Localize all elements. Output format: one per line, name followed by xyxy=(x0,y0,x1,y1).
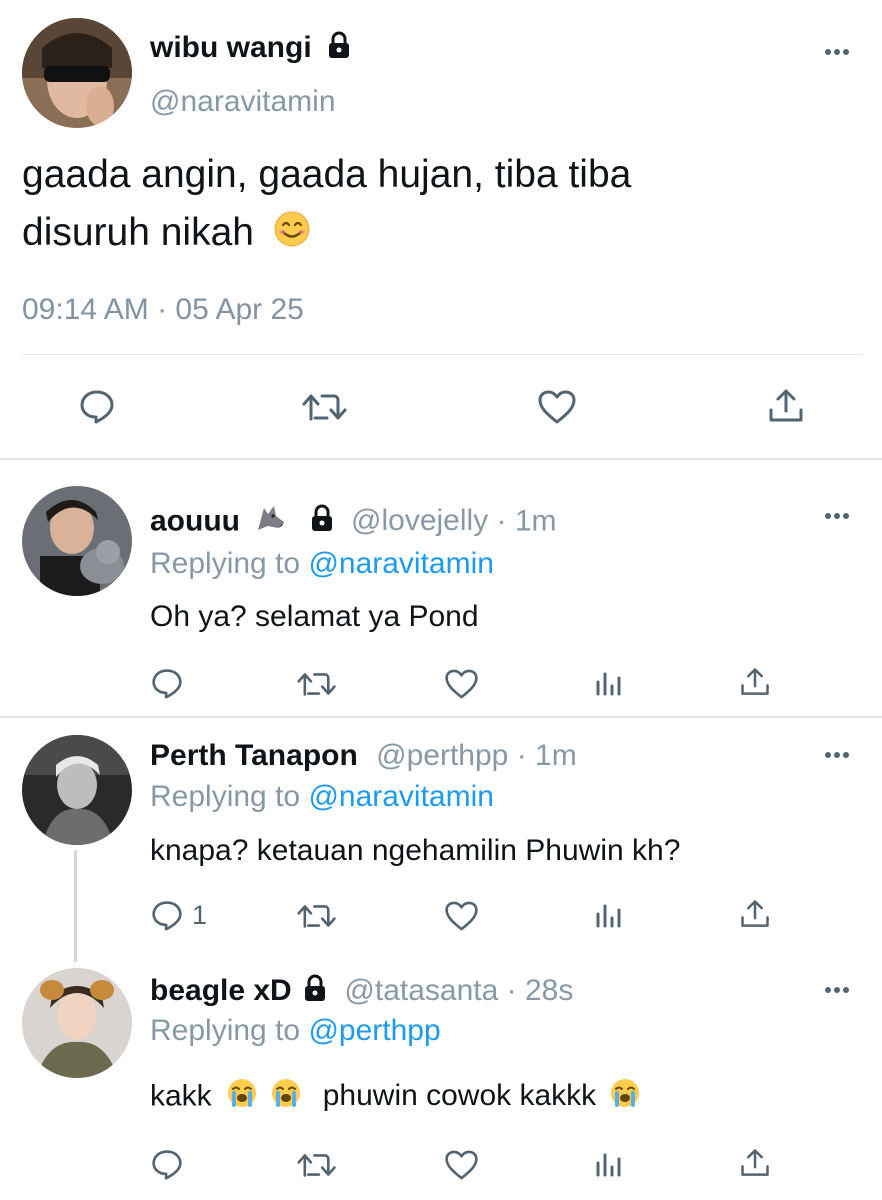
reply-time[interactable]: · 1m xyxy=(497,504,557,537)
retweet-icon[interactable] xyxy=(297,902,337,935)
more-icon[interactable] xyxy=(820,745,860,765)
loudly-crying-emoji xyxy=(226,1077,258,1118)
reply-time[interactable]: · 28s xyxy=(507,974,574,1007)
replying-to-label: Replying to xyxy=(150,547,301,580)
retweet-icon[interactable] xyxy=(297,1151,337,1184)
retweet-icon[interactable] xyxy=(302,391,348,428)
handle[interactable]: @perthpp xyxy=(376,739,508,772)
share-icon[interactable] xyxy=(739,667,771,702)
display-name[interactable]: wibu wangi xyxy=(150,30,352,68)
lock-icon xyxy=(309,504,335,541)
more-icon[interactable] xyxy=(820,506,860,526)
reply-header: beagle xD @tatasanta · 28s xyxy=(150,973,573,1011)
reply-text: kakk phuwin cowok kakkk xyxy=(150,1077,641,1118)
share-icon[interactable] xyxy=(767,388,805,429)
reply-icon[interactable] xyxy=(151,899,183,936)
reply-icon[interactable] xyxy=(151,667,183,704)
thread-line xyxy=(74,850,77,962)
reply-text-part-1: kakk xyxy=(150,1079,212,1113)
replying-to-link[interactable]: @naravitamin xyxy=(308,780,494,813)
divider xyxy=(22,354,862,355)
reply-header: Perth Tanapon @perthpp · 1m xyxy=(150,738,577,774)
reply-text: knapa? ketauan ngehamilin Phuwin kh? xyxy=(150,834,681,867)
loudly-crying-emoji xyxy=(270,1077,302,1118)
display-name[interactable]: aouuu xyxy=(150,504,240,537)
reply-text: Oh ya? selamat ya Pond xyxy=(150,600,479,633)
like-icon[interactable] xyxy=(444,900,479,937)
replying-to-link[interactable]: @naravitamin xyxy=(308,547,494,580)
replying-to-link[interactable]: @perthpp xyxy=(308,1014,440,1047)
replying-to-label: Replying to xyxy=(150,1014,301,1047)
like-icon[interactable] xyxy=(444,1149,479,1186)
display-name[interactable]: beagle xD xyxy=(150,974,292,1007)
handle[interactable]: @lovejelly xyxy=(351,504,488,537)
display-name-text[interactable]: wibu wangi xyxy=(150,31,312,64)
more-icon[interactable] xyxy=(820,42,860,62)
share-icon[interactable] xyxy=(739,899,771,934)
like-icon[interactable] xyxy=(537,389,577,430)
divider xyxy=(0,716,882,718)
share-icon[interactable] xyxy=(739,1148,771,1183)
reply-text-part-2: phuwin cowok kakkk xyxy=(322,1079,597,1113)
replying-to-label: Replying to xyxy=(150,780,301,813)
replying-to: Replying to @naravitamin xyxy=(150,546,494,582)
tweet-text-line-2: disuruh nikah xyxy=(22,210,311,259)
reply-time[interactable]: · 1m xyxy=(517,739,577,772)
analytics-icon[interactable] xyxy=(594,1149,624,1184)
replying-to: Replying to @naravitamin xyxy=(150,779,494,815)
reply-header: aouuu @lovejelly · 1m xyxy=(150,502,557,543)
lock-icon xyxy=(302,974,328,1011)
smiling-emoji xyxy=(273,210,311,259)
retweet-icon[interactable] xyxy=(297,670,337,703)
handle[interactable]: @naravitamin xyxy=(150,84,336,120)
handle[interactable]: @tatasanta xyxy=(344,974,498,1007)
avatar[interactable] xyxy=(22,486,132,596)
reply-icon[interactable] xyxy=(79,388,115,429)
replying-to: Replying to @perthpp xyxy=(150,1013,441,1049)
avatar[interactable] xyxy=(22,968,132,1078)
avatar[interactable] xyxy=(22,735,132,845)
wolf-emoji xyxy=(254,502,286,543)
analytics-icon[interactable] xyxy=(594,668,624,703)
analytics-icon[interactable] xyxy=(594,900,624,935)
lock-icon xyxy=(326,31,352,68)
tweet-text-line-2-text: disuruh nikah xyxy=(22,211,254,254)
tweet-timestamp[interactable]: 09:14 AM · 05 Apr 25 xyxy=(22,292,304,328)
loudly-crying-emoji xyxy=(609,1077,641,1118)
avatar[interactable] xyxy=(22,18,132,128)
display-name[interactable]: Perth Tanapon xyxy=(150,739,358,772)
tweet-text-line-1: gaada angin, gaada hujan, tiba tiba xyxy=(22,153,632,196)
divider xyxy=(0,458,882,460)
reply-count[interactable]: 1 xyxy=(192,899,207,931)
more-icon[interactable] xyxy=(820,980,860,1000)
reply-icon[interactable] xyxy=(151,1148,183,1185)
like-icon[interactable] xyxy=(444,668,479,705)
